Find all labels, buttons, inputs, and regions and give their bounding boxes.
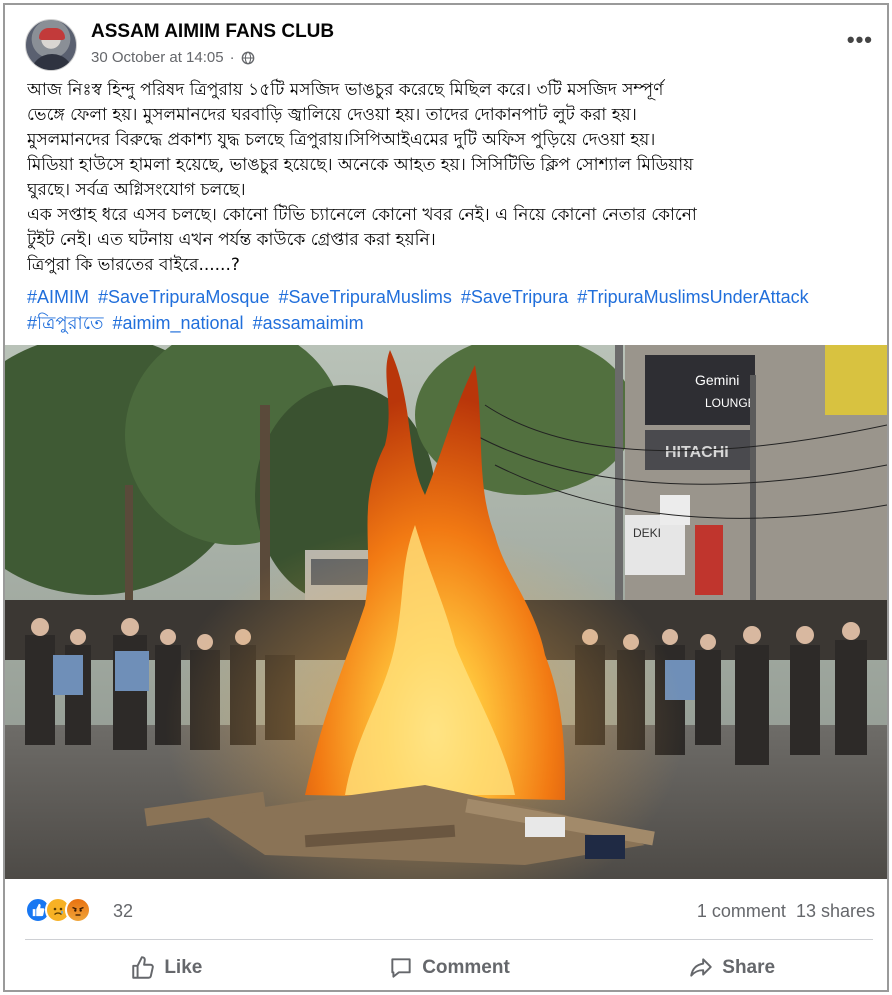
- engagement-counts: 1 comment 13 shares: [697, 901, 875, 922]
- photo-sign-hitachi: HITACHI: [665, 444, 729, 461]
- share-arrow-icon: [690, 958, 712, 977]
- hashtag-link[interactable]: #aimim_national: [112, 313, 243, 333]
- thumbs-up-icon: [132, 956, 155, 979]
- photo-sign-lounge: LOUNGE: [705, 396, 756, 410]
- like-button[interactable]: Like: [25, 945, 308, 990]
- post-text-line: ত্রিপুরা কি ভারতের বাইরে......?: [27, 255, 240, 275]
- post-photo[interactable]: Gemini LOUNGE HITACHI DEKI: [5, 345, 887, 879]
- photo-sign-deki: DEKI: [633, 526, 661, 540]
- comment-bubble-icon: [391, 958, 411, 978]
- post-stats: 32 1 comment 13 shares: [25, 895, 875, 929]
- post-timestamp[interactable]: 30 October at 14:05: [91, 49, 224, 66]
- angry-reaction-icon: [65, 897, 91, 923]
- hashtag-link[interactable]: #SaveTripuraMosque: [98, 287, 269, 307]
- reaction-icons[interactable]: [25, 897, 91, 923]
- like-label: Like: [164, 957, 203, 978]
- avatar-shoulders: [30, 54, 74, 70]
- share-button[interactable]: Share: [590, 945, 873, 990]
- comment-button[interactable]: Comment: [308, 945, 591, 990]
- reaction-count[interactable]: 32: [113, 901, 133, 922]
- post-text-line: ঘুরছে। সর্বত্র অগ্নিসংযোগ চলছে।: [27, 180, 246, 200]
- post-text-line: টুইট নেই। এত ঘটনায় এখন পর্যন্ত কাউকে গ্…: [27, 230, 436, 250]
- comment-count[interactable]: 1 comment: [697, 901, 786, 922]
- post-text-line: ভেঙ্গে ফেলা হয়। মুসলমানদের ঘরবাড়ি জ্বা…: [27, 105, 637, 125]
- page-name[interactable]: ASSAM AIMIM FANS CLUB: [91, 21, 334, 43]
- share-count[interactable]: 13 shares: [796, 901, 875, 922]
- meta-separator: ·: [229, 49, 235, 66]
- post-text-line: মুসলমানদের বিরুদ্ধে প্রকাশ্য যুদ্ধ চলছে …: [27, 130, 656, 150]
- hashtag-link[interactable]: #AIMIM: [27, 287, 89, 307]
- more-options-icon[interactable]: •••: [847, 27, 873, 53]
- globe-icon: [241, 51, 254, 64]
- page-avatar[interactable]: [25, 19, 77, 71]
- avatar-cap: [39, 28, 65, 40]
- hashtag-link[interactable]: #ত্রিপুরাতে: [27, 313, 103, 333]
- comment-label: Comment: [422, 957, 510, 978]
- hashtag-link[interactable]: #SaveTripuraMuslims: [278, 287, 451, 307]
- hashtag-row: #ত্রিপুরাতে #aimim_national #assamaimim: [27, 310, 872, 336]
- post-text: আজ নিঃস্ব হিন্দু পরিষদ ত্রিপুরায় ১৫টি ম…: [27, 78, 872, 278]
- hashtag-row: #AIMIM #SaveTripuraMosque #SaveTripuraMu…: [27, 284, 872, 310]
- hashtag-link[interactable]: #assamaimim: [253, 313, 364, 333]
- hashtag-list: #AIMIM #SaveTripuraMosque #SaveTripuraMu…: [27, 284, 872, 336]
- post-text-line: এক সপ্তাহ ধরে এসব চলছে। কোনো টিভি চ্যানে…: [27, 205, 697, 225]
- photo-street-fire-scene: Gemini LOUNGE HITACHI DEKI: [5, 345, 887, 879]
- post-text-line: মিডিয়া হাউসে হামলা হয়েছে, ভাঙচুর হয়েছ…: [27, 155, 694, 175]
- share-label: Share: [722, 957, 776, 978]
- stats-divider: [25, 939, 873, 940]
- facebook-post-card: ASSAM AIMIM FANS CLUB 30 October at 14:0…: [3, 3, 889, 992]
- post-actions: Like Comment Share: [25, 945, 873, 990]
- photo-sign-gemini: Gemini: [695, 372, 739, 388]
- hashtag-link[interactable]: #TripuraMuslimsUnderAttack: [577, 287, 808, 307]
- post-header: ASSAM AIMIM FANS CLUB 30 October at 14:0…: [25, 17, 875, 73]
- post-text-line: আজ নিঃস্ব হিন্দু পরিষদ ত্রিপুরায় ১৫টি ম…: [27, 80, 664, 100]
- post-meta: 30 October at 14:05 ·: [91, 49, 255, 66]
- hashtag-link[interactable]: #SaveTripura: [461, 287, 568, 307]
